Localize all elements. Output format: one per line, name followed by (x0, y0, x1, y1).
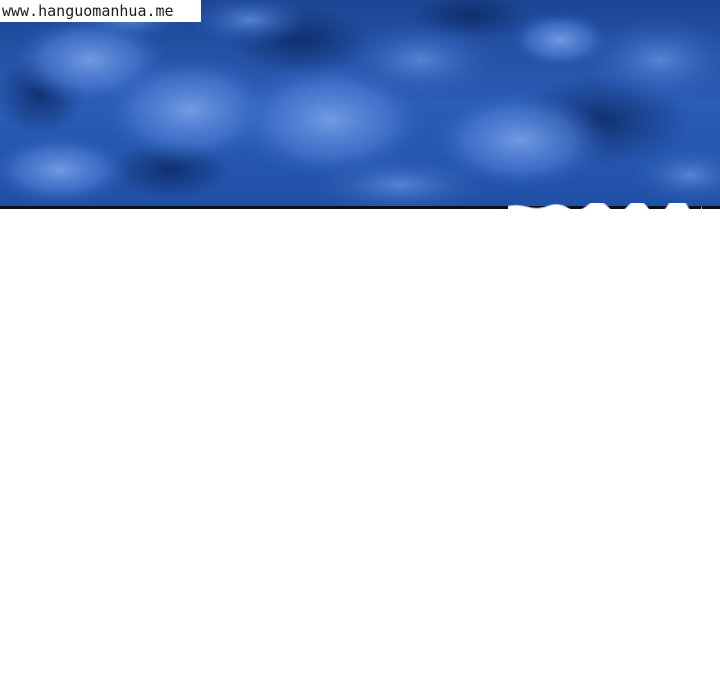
cloudy-sky-panel (0, 0, 720, 207)
watermark-url: www.hanguomanhua.me (0, 0, 201, 22)
cloud-illustration (0, 0, 720, 207)
comic-page: www.hanguomanhua.me (0, 0, 720, 700)
blank-page-area (0, 209, 720, 700)
